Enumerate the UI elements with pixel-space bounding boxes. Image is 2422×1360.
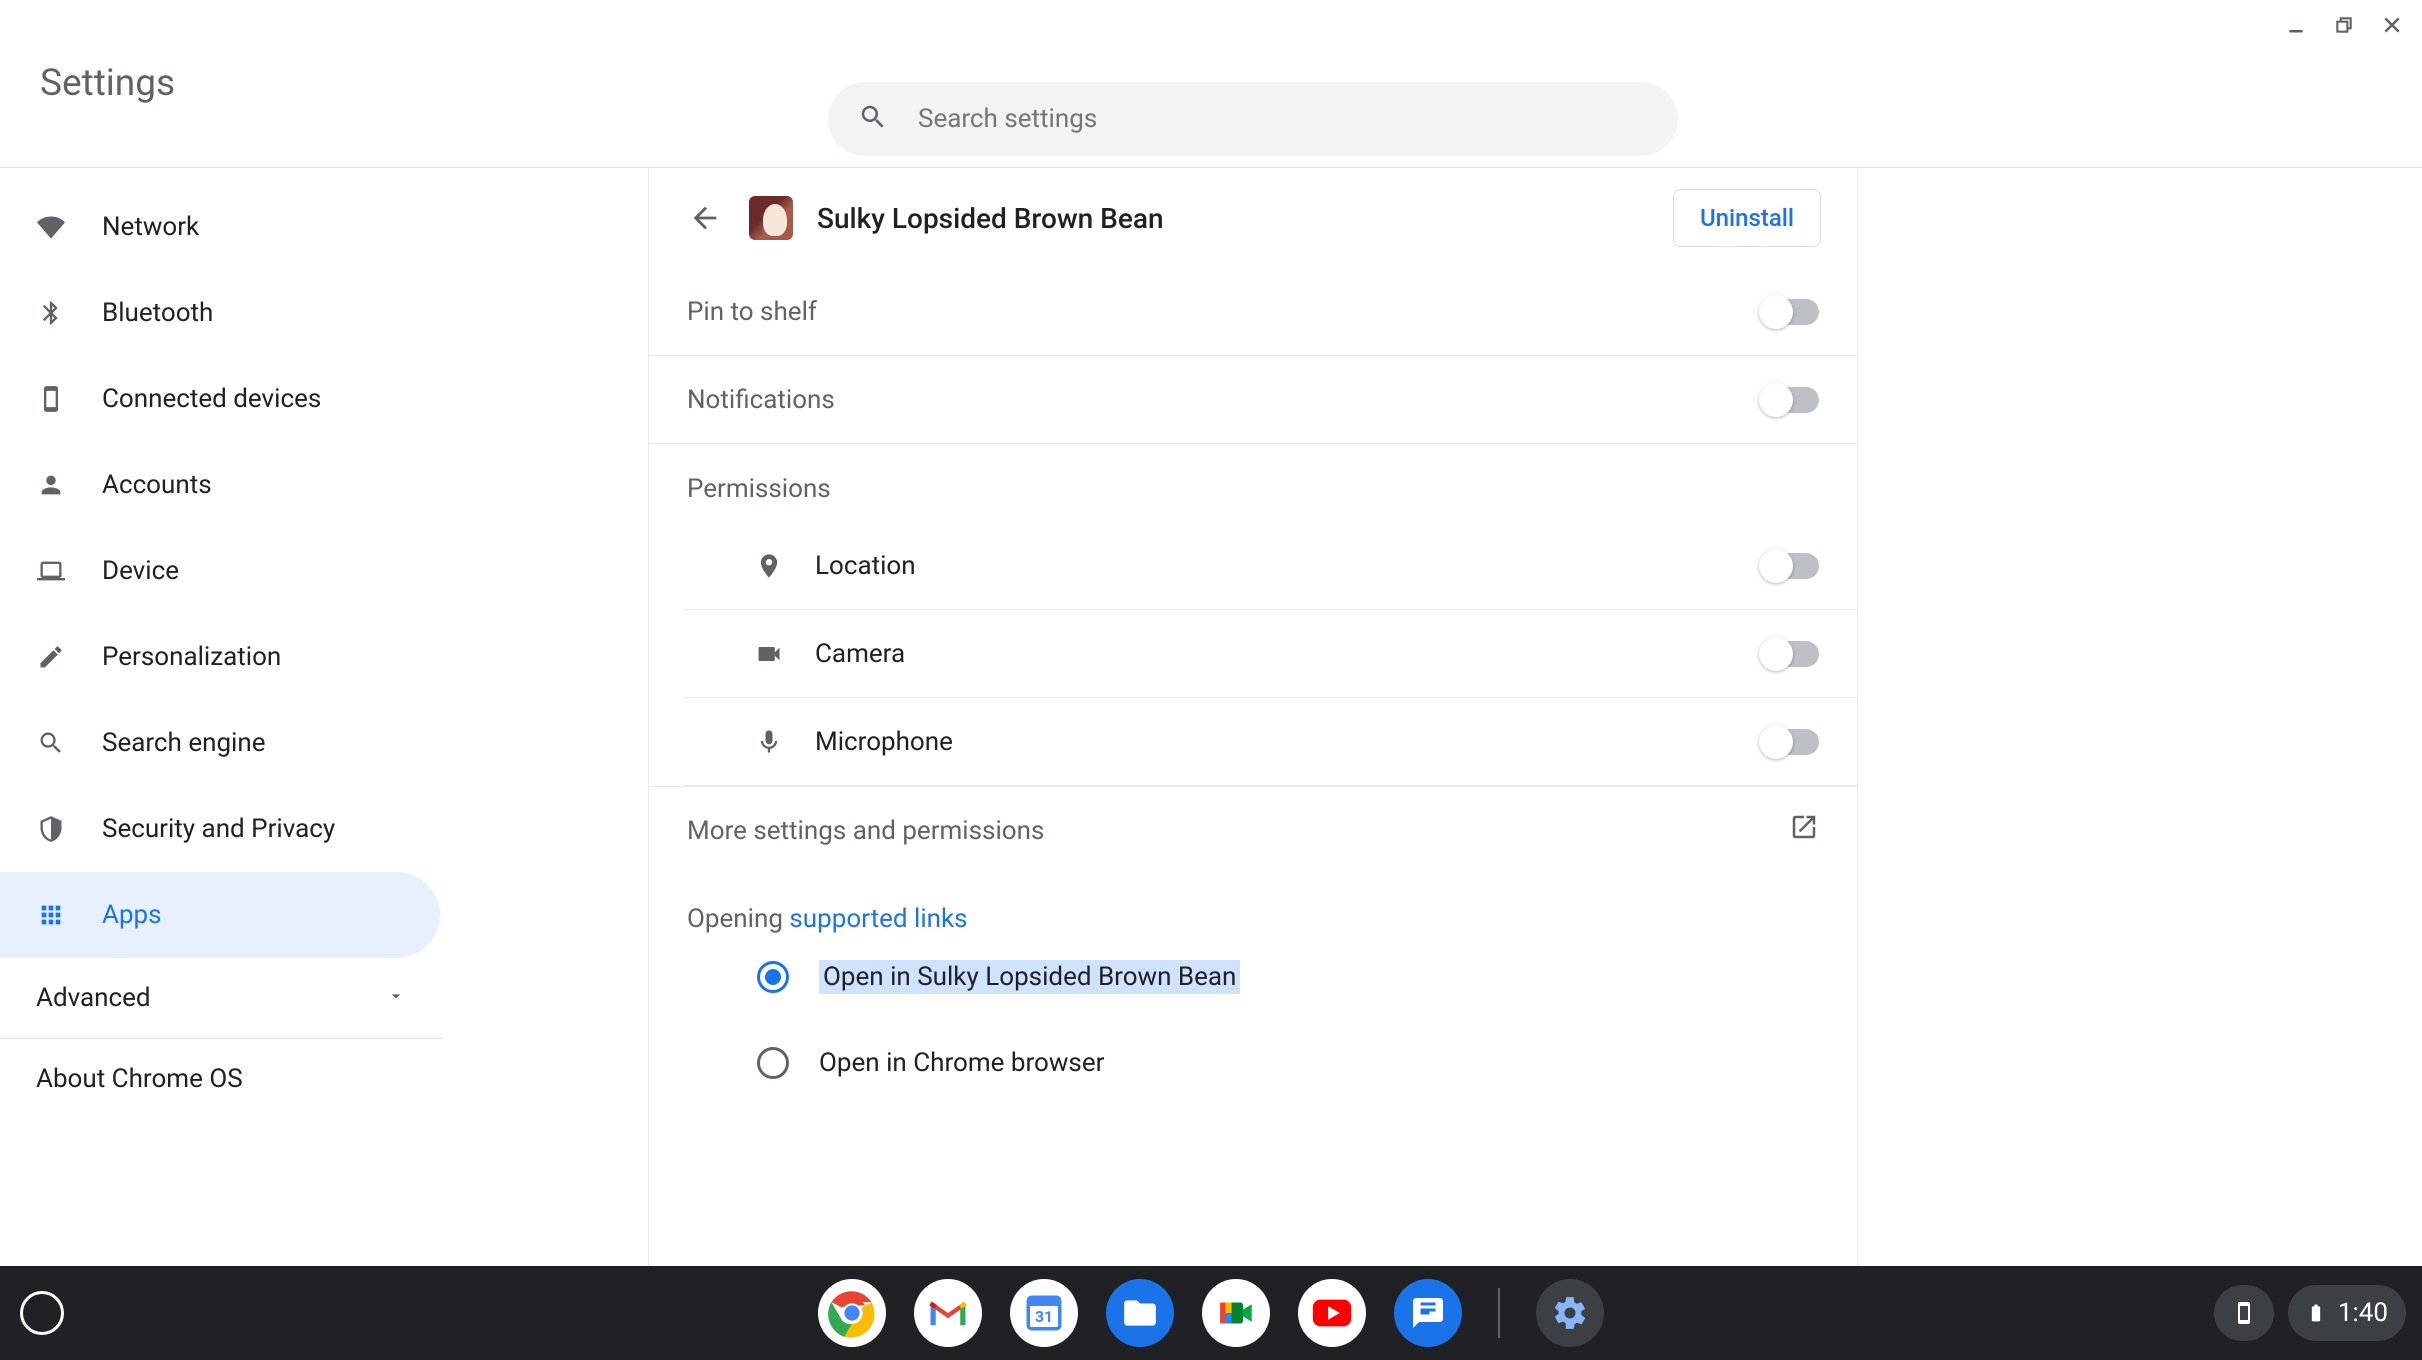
- more-settings-row[interactable]: More settings and permissions: [649, 786, 1857, 874]
- sidebar-item-label: Accounts: [102, 470, 212, 500]
- laptop-icon: [36, 557, 66, 585]
- shelf-calendar-icon[interactable]: 31: [1010, 1279, 1078, 1347]
- edit-icon: [36, 643, 66, 671]
- permission-microphone-row: Microphone: [683, 698, 1857, 786]
- opening-prefix: Opening: [687, 904, 789, 934]
- shelf-chrome-icon[interactable]: [818, 1279, 886, 1347]
- search-icon: [36, 729, 66, 757]
- wifi-icon: [36, 213, 66, 241]
- sidebar-item-label: Personalization: [102, 642, 281, 672]
- app-icon: [749, 196, 793, 240]
- sidebar-item-label: Search engine: [102, 728, 266, 758]
- permissions-header: Permissions: [649, 444, 1857, 522]
- more-settings-label: More settings and permissions: [687, 816, 1044, 846]
- shelf-youtube-icon[interactable]: [1298, 1279, 1366, 1347]
- launcher-button[interactable]: [20, 1291, 64, 1335]
- opening-section: Opening supported links: [649, 874, 1857, 934]
- search-box[interactable]: [828, 82, 1678, 156]
- radio-button-icon: [757, 961, 789, 993]
- pin-to-shelf-label: Pin to shelf: [687, 297, 817, 327]
- permission-location-label: Location: [815, 551, 916, 581]
- sidebar-item-connected-devices[interactable]: Connected devices: [0, 356, 440, 442]
- sidebar-advanced[interactable]: Advanced: [0, 958, 442, 1038]
- sidebar-item-label: Network: [102, 212, 199, 242]
- microphone-icon: [753, 728, 785, 756]
- pin-to-shelf-toggle[interactable]: [1761, 299, 1819, 325]
- caret-down-icon: [386, 983, 406, 1013]
- shield-icon: [36, 815, 66, 843]
- notifications-row: Notifications: [649, 356, 1857, 444]
- supported-links-link[interactable]: supported links: [789, 904, 967, 934]
- radio-button-icon: [757, 1047, 789, 1079]
- permission-camera-label: Camera: [815, 639, 905, 669]
- uninstall-button[interactable]: Uninstall: [1673, 189, 1821, 247]
- radio-open-in-chrome[interactable]: Open in Chrome browser: [649, 1020, 1857, 1106]
- sidebar-item-bluetooth[interactable]: Bluetooth: [0, 270, 440, 356]
- search-icon: [858, 102, 888, 136]
- sidebar-item-label: Bluetooth: [102, 298, 213, 328]
- person-icon: [36, 471, 66, 499]
- shelf-separator: [1498, 1288, 1500, 1338]
- sidebar-item-label: Security and Privacy: [102, 814, 335, 844]
- sidebar-item-device[interactable]: Device: [0, 528, 440, 614]
- main-area: Sulky Lopsided Brown Bean Uninstall Pin …: [442, 168, 2422, 1266]
- shelf-messages-icon[interactable]: [1394, 1279, 1462, 1347]
- sidebar-item-network[interactable]: Network: [0, 184, 440, 270]
- radio-open-in-app[interactable]: Open in Sulky Lopsided Brown Bean: [649, 934, 1857, 1020]
- apps-icon: [36, 901, 66, 929]
- sidebar-item-search-engine[interactable]: Search engine: [0, 700, 440, 786]
- app-title: Settings: [40, 62, 175, 105]
- permission-microphone-label: Microphone: [815, 727, 953, 757]
- sidebar-item-security[interactable]: Security and Privacy: [0, 786, 440, 872]
- sidebar-about[interactable]: About Chrome OS: [0, 1039, 442, 1119]
- sidebar-item-label: Apps: [102, 900, 162, 930]
- radio-open-in-chrome-label: Open in Chrome browser: [819, 1048, 1104, 1078]
- permission-location-row: Location: [683, 522, 1857, 610]
- back-button[interactable]: [685, 198, 725, 238]
- permission-camera-toggle[interactable]: [1761, 641, 1819, 667]
- location-icon: [753, 552, 785, 580]
- bluetooth-icon: [36, 299, 66, 327]
- notifications-toggle[interactable]: [1761, 387, 1819, 413]
- shelf-gmail-icon[interactable]: [914, 1279, 982, 1347]
- status-time: 1:40: [2338, 1298, 2388, 1328]
- sidebar: Network Bluetooth Connected devices Acco…: [0, 168, 442, 1266]
- permission-location-toggle[interactable]: [1761, 553, 1819, 579]
- radio-open-in-app-label: Open in Sulky Lopsided Brown Bean: [819, 960, 1240, 994]
- camera-icon: [753, 640, 785, 668]
- sidebar-item-apps[interactable]: Apps: [0, 872, 440, 958]
- pin-to-shelf-row: Pin to shelf: [649, 268, 1857, 356]
- svg-text:31: 31: [1035, 1307, 1053, 1326]
- sidebar-item-label: Connected devices: [102, 384, 321, 414]
- permission-microphone-toggle[interactable]: [1761, 729, 1819, 755]
- header: Settings: [0, 0, 2422, 168]
- sidebar-item-personalization[interactable]: Personalization: [0, 614, 440, 700]
- permission-camera-row: Camera: [683, 610, 1857, 698]
- phone-icon: [36, 385, 66, 413]
- status-tray[interactable]: 1:40: [2288, 1285, 2406, 1341]
- sidebar-item-label: Device: [102, 556, 179, 586]
- external-link-icon: [1789, 812, 1819, 849]
- about-label: About Chrome OS: [36, 1064, 243, 1094]
- shelf-meet-icon[interactable]: [1202, 1279, 1270, 1347]
- notifications-label: Notifications: [687, 385, 835, 415]
- sidebar-item-accounts[interactable]: Accounts: [0, 442, 440, 528]
- app-detail-title: Sulky Lopsided Brown Bean: [817, 202, 1649, 235]
- app-detail-panel: Sulky Lopsided Brown Bean Uninstall Pin …: [648, 168, 1858, 1266]
- search-input[interactable]: [918, 104, 1678, 134]
- advanced-label: Advanced: [36, 983, 151, 1013]
- shelf-files-icon[interactable]: [1106, 1279, 1174, 1347]
- status-notifications[interactable]: [2214, 1285, 2274, 1341]
- shelf: 31 1:40: [0, 1266, 2422, 1360]
- shelf-settings-icon[interactable]: [1536, 1279, 1604, 1347]
